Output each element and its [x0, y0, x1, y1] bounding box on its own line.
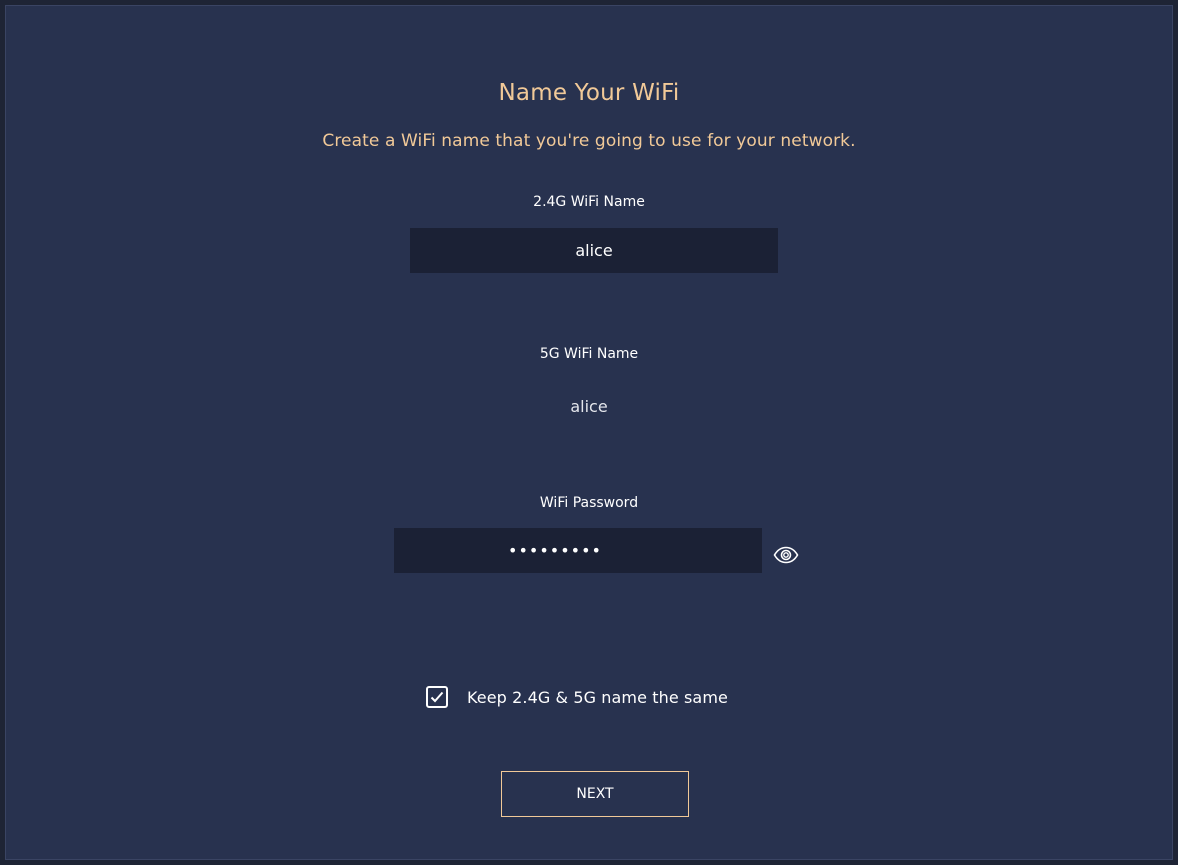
eye-icon[interactable]: [773, 546, 799, 564]
wifi-5g-name-value: alice: [570, 397, 608, 416]
wifi-24g-name-label: 2.4G WiFi Name: [533, 194, 645, 210]
wifi-5g-name-label: 5G WiFi Name: [539, 346, 639, 362]
setup-panel: Name Your WiFi Create a WiFi name that y…: [5, 5, 1173, 860]
checkmark-icon: [430, 691, 444, 703]
next-button[interactable]: NEXT: [501, 771, 689, 817]
keep-same-name-checkbox[interactable]: [426, 686, 448, 708]
keep-same-name-option[interactable]: Keep 2.4G & 5G name the same: [426, 684, 728, 710]
wifi-password-label: WiFi Password: [539, 495, 639, 511]
wifi-24g-name-input[interactable]: [410, 228, 778, 273]
page-subtitle: Create a WiFi name that you're going to …: [322, 131, 856, 151]
wifi-password-input[interactable]: [394, 528, 762, 573]
keep-same-name-label: Keep 2.4G & 5G name the same: [467, 687, 728, 707]
page-title: Name Your WiFi: [498, 80, 680, 106]
